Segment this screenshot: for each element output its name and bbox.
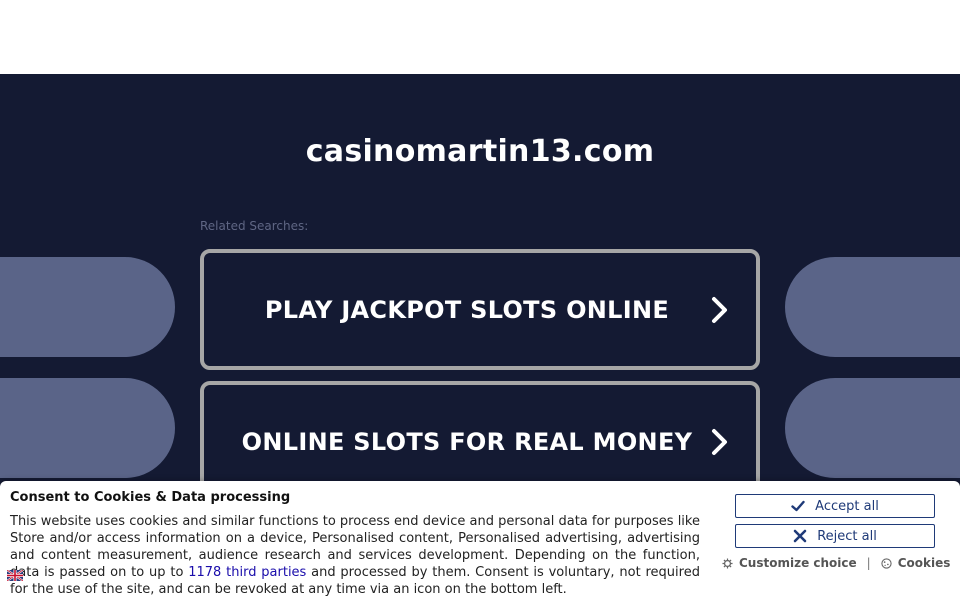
cookie-icon xyxy=(881,557,892,569)
consent-title: Consent to Cookies & Data processing xyxy=(10,490,291,505)
consent-description: This website uses cookies and similar fu… xyxy=(10,513,700,598)
related-searches-label: Related Searches: xyxy=(200,219,309,233)
chevron-right-icon xyxy=(712,428,727,455)
domain-title: casinomartin13.com xyxy=(305,134,655,169)
cookies-label: Cookies xyxy=(897,556,951,570)
third-parties-link[interactable]: 1178 third parties xyxy=(188,565,306,580)
related-search-label: ONLINE SLOTS FOR REAL MONEY xyxy=(241,427,693,456)
cookie-consent-banner: Consent to Cookies & Data processing Thi… xyxy=(0,481,960,600)
gear-icon xyxy=(722,557,733,569)
reject-all-label: Reject all xyxy=(817,528,877,544)
link-separator: | xyxy=(866,556,871,570)
chevron-right-icon xyxy=(712,296,727,323)
related-search-label: PLAY JACKPOT SLOTS ONLINE xyxy=(264,295,670,324)
customize-choice-label: Customize choice xyxy=(739,556,857,570)
uk-flag-icon[interactable] xyxy=(7,570,23,581)
customize-choice-link[interactable]: Customize choice xyxy=(722,556,857,570)
side-decoration-left-2 xyxy=(0,378,175,478)
top-blank-bar xyxy=(0,0,960,74)
consent-secondary-links: Customize choice | Cookies xyxy=(722,556,952,570)
accept-all-button[interactable]: Accept all xyxy=(735,494,935,518)
reject-all-button[interactable]: Reject all xyxy=(735,524,935,548)
checkmark-icon xyxy=(791,500,805,512)
side-decoration-left-1 xyxy=(0,257,175,357)
close-icon xyxy=(793,529,807,543)
accept-all-label: Accept all xyxy=(815,498,879,514)
cookies-link[interactable]: Cookies xyxy=(881,556,951,570)
side-decoration-right-1 xyxy=(785,257,960,357)
related-search-link[interactable]: PLAY JACKPOT SLOTS ONLINE xyxy=(200,249,760,370)
side-decoration-right-2 xyxy=(785,378,960,478)
